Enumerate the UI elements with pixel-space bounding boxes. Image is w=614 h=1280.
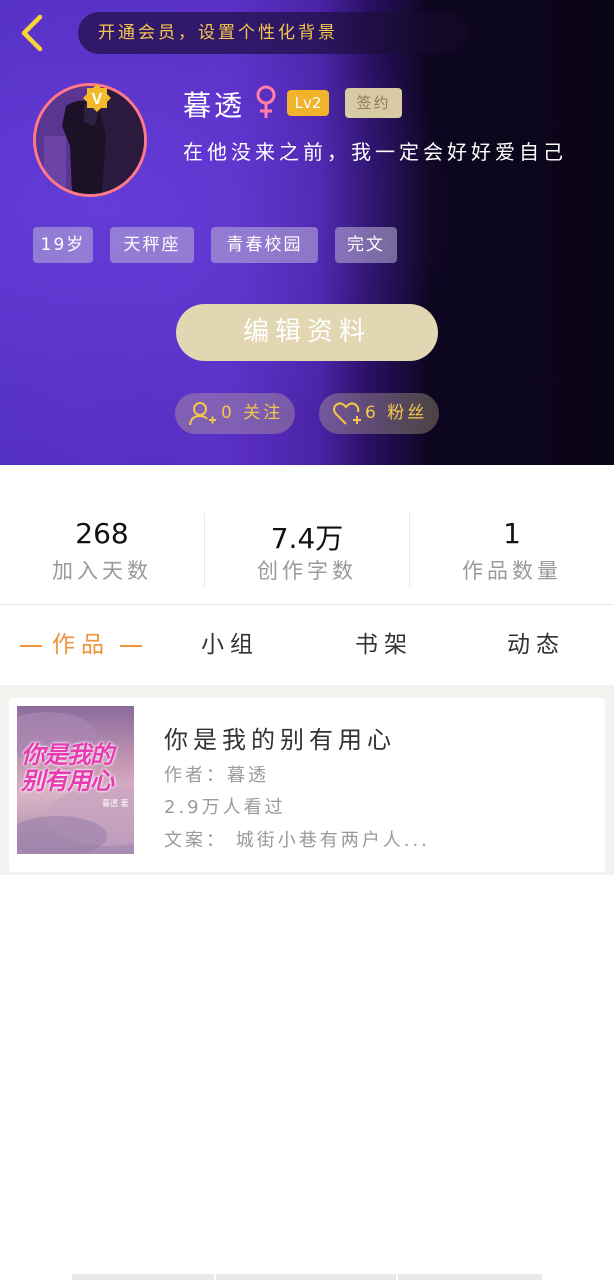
book-title: 你是我的别有用心 <box>164 726 396 754</box>
stats-row: 268 加入天数 7.4万 创作字数 1 作品数量 <box>0 465 614 605</box>
add-user-icon <box>189 402 216 426</box>
cover-author: 暮透 著 <box>102 799 129 808</box>
tab-indicator <box>120 644 142 647</box>
stat-value: 268 <box>75 517 129 550</box>
back-button[interactable] <box>14 12 50 54</box>
stat-word-count: 7.4万 创作字数 <box>205 465 409 605</box>
stat-value: 1 <box>503 517 521 550</box>
verified-v-icon: V <box>83 84 111 112</box>
svg-text:V: V <box>92 91 103 108</box>
fans-button[interactable]: 6 粉丝 <box>319 393 439 434</box>
book-cover[interactable]: 你是我的别有用心 暮透 著 <box>17 706 134 854</box>
tab-activity[interactable]: 动态 <box>461 605 611 685</box>
tab-label: 作品 <box>52 632 110 658</box>
tab-bookshelf[interactable]: 书架 <box>309 605 459 685</box>
heart-plus-icon <box>333 402 361 425</box>
works-list: 你是我的别有用心 暮透 著 你是我的别有用心 作者：暮透 2.9万人看过 文案：… <box>0 685 614 875</box>
fans-count: 6 粉丝 <box>365 403 428 423</box>
tab-works[interactable]: 作品 <box>0 605 162 685</box>
book-synopsis: 文案： 城街小巷有两户人... <box>164 830 430 851</box>
level-badge: Lv2 <box>287 90 329 116</box>
bottom-indicator <box>72 1274 214 1280</box>
tag-genre: 青春校园 <box>211 227 318 263</box>
chevron-left-icon <box>21 14 43 52</box>
edit-profile-button[interactable]: 编辑资料 <box>176 304 438 361</box>
vip-background-prompt[interactable]: 开通会员，设置个性化背景 <box>78 12 468 54</box>
user-name: 暮透 <box>183 89 246 122</box>
tag-age: 19岁 <box>33 227 93 263</box>
book-views: 2.9万人看过 <box>164 797 286 818</box>
stat-label: 加入天数 <box>52 559 152 583</box>
stat-value: 7.4万 <box>270 522 344 555</box>
follow-count: 0 关注 <box>221 403 284 423</box>
tag-status: 完文 <box>335 227 397 263</box>
cover-title: 你是我的别有用心 <box>21 740 114 795</box>
bottom-indicator <box>398 1274 542 1280</box>
user-bio: 在他没来之前，我一定会好好爱自己 <box>183 140 567 164</box>
book-author: 作者：暮透 <box>164 765 269 786</box>
stat-works-count: 1 作品数量 <box>410 465 614 605</box>
female-gender-icon <box>256 85 276 118</box>
signed-badge: 签约 <box>345 88 402 118</box>
tab-indicator <box>20 644 42 647</box>
list-item[interactable]: 你是我的别有用心 暮透 著 你是我的别有用心 作者：暮透 2.9万人看过 文案：… <box>9 698 605 872</box>
follow-button[interactable]: 0 关注 <box>175 393 295 434</box>
profile-header: 开通会员，设置个性化背景 V 暮透 Lv2 签约 在他没来之前，我一定会好好爱自… <box>0 0 614 465</box>
tag-zodiac: 天秤座 <box>110 227 194 263</box>
tab-bar: 作品 小组 书架 动态 <box>0 605 614 685</box>
tab-groups[interactable]: 小组 <box>155 605 305 685</box>
stat-label: 创作字数 <box>257 559 357 583</box>
bottom-indicator <box>216 1274 396 1280</box>
stat-join-days: 268 加入天数 <box>0 465 204 605</box>
stat-label: 作品数量 <box>462 559 562 583</box>
